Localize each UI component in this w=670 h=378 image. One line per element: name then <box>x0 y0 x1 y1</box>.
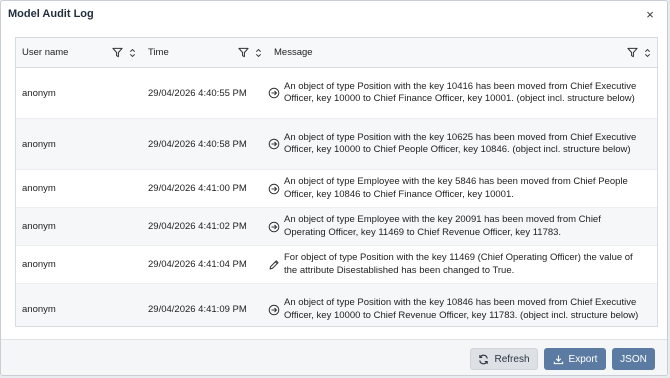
table-header: User name Time Message <box>16 38 657 68</box>
dialog-footer: Refresh Export JSON <box>1 339 667 375</box>
move-icon <box>268 221 280 232</box>
move-icon <box>268 304 280 315</box>
column-header-user[interactable]: User name <box>16 38 142 67</box>
cell-message: An object of type Position with the key … <box>268 132 657 157</box>
move-icon <box>268 138 280 150</box>
sort-icon[interactable] <box>644 47 651 59</box>
close-icon[interactable]: × <box>643 7 657 21</box>
message-text: For object of type Position with the key… <box>284 252 633 276</box>
cell-time: 29/04/2026 4:41:09 PM <box>148 304 247 315</box>
message-text: An object of type Position with the key … <box>284 80 637 105</box>
refresh-label: Refresh <box>494 353 530 365</box>
cell-time: 29/04/2026 4:41:02 PM <box>148 221 247 232</box>
column-label-message: Message <box>274 47 313 58</box>
column-label-user: User name <box>22 47 69 58</box>
audit-log-dialog: Model Audit Log × User name Time Message <box>0 0 668 376</box>
move-icon <box>268 87 280 99</box>
filter-icon[interactable] <box>627 47 638 58</box>
message-text: An object of type Position with the key … <box>284 131 637 156</box>
column-label-time: Time <box>148 47 169 58</box>
cell-message: An object of type Employee with the key … <box>268 176 657 201</box>
export-button[interactable]: Export <box>544 348 606 370</box>
cell-user: anonym <box>22 259 56 270</box>
sort-icon[interactable] <box>255 47 262 59</box>
column-header-time[interactable]: Time <box>142 38 268 67</box>
edit-icon <box>269 259 279 269</box>
refresh-button[interactable]: Refresh <box>470 348 538 370</box>
dialog-titlebar: Model Audit Log × <box>1 1 667 27</box>
cell-time: 29/04/2026 4:41:00 PM <box>148 183 247 194</box>
cell-time: 29/04/2026 4:40:55 PM <box>148 87 247 99</box>
filter-icon[interactable] <box>112 47 123 58</box>
move-icon <box>268 183 280 194</box>
dialog-title: Model Audit Log <box>8 8 94 20</box>
message-text: An object of type Employee with the key … <box>284 214 601 238</box>
audit-log-table: User name Time Message anonym 29/04/2026… <box>15 37 658 327</box>
cell-message: An object of type Position with the key … <box>268 297 657 322</box>
download-icon <box>553 354 563 364</box>
table-row[interactable]: anonym 29/04/2026 4:40:58 PM An object o… <box>16 119 657 170</box>
column-header-message[interactable]: Message <box>268 38 657 67</box>
message-text: An object of type Employee with the key … <box>284 176 628 200</box>
export-label: Export <box>568 353 598 365</box>
cell-message: An object of type Position with the key … <box>268 81 657 106</box>
table-row[interactable]: anonym 29/04/2026 4:41:04 PM For object … <box>16 246 657 284</box>
json-label: JSON <box>620 353 647 365</box>
cell-time: 29/04/2026 4:40:58 PM <box>148 138 247 150</box>
sort-icon[interactable] <box>129 47 136 59</box>
cell-user: anonym <box>22 138 56 150</box>
refresh-icon <box>479 354 489 364</box>
cell-user: anonym <box>22 87 56 99</box>
table-row[interactable]: anonym 29/04/2026 4:41:09 PM An object o… <box>16 284 657 326</box>
cell-user: anonym <box>22 221 56 232</box>
cell-message: For object of type Position with the key… <box>268 252 657 277</box>
cell-user: anonym <box>22 183 56 194</box>
table-row[interactable]: anonym 29/04/2026 4:40:55 PM An object o… <box>16 68 657 119</box>
json-button[interactable]: JSON <box>612 348 655 370</box>
message-text: An object of type Position with the key … <box>284 297 639 321</box>
filter-icon[interactable] <box>238 47 249 58</box>
table-row[interactable]: anonym 29/04/2026 4:41:00 PM An object o… <box>16 170 657 208</box>
cell-user: anonym <box>22 304 56 315</box>
cell-time: 29/04/2026 4:41:04 PM <box>148 259 247 270</box>
cell-message: An object of type Employee with the key … <box>268 214 657 239</box>
table-row[interactable]: anonym 29/04/2026 4:41:02 PM An object o… <box>16 208 657 246</box>
